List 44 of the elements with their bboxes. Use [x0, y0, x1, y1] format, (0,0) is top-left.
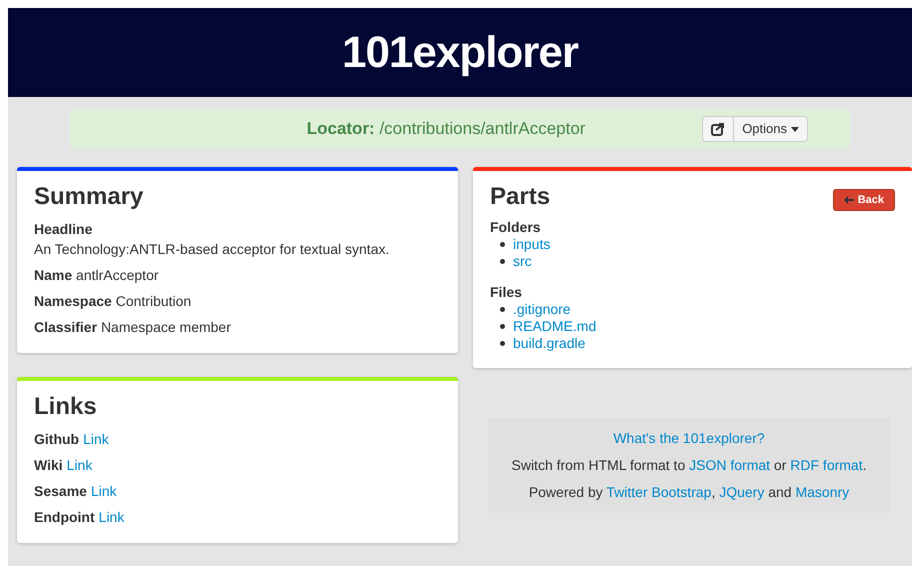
- arrow-left-icon: [844, 196, 854, 204]
- file-link[interactable]: src: [513, 253, 532, 270]
- field-text: Name antlrAcceptor: [34, 266, 160, 285]
- caret-icon: [791, 126, 799, 132]
- locator-text: Locator: /contributions/antlrAcceptor: [306, 118, 586, 140]
- link-label: Sesame: [34, 482, 87, 501]
- footer-text: Switch from HTML format to JSON format or RDF format.: [512, 456, 866, 475]
- field-value: An Technology:ANTLR-based acceptor for textual syntax.: [34, 240, 390, 259]
- field-label: Headline: [34, 220, 94, 239]
- bullet-icon: [500, 324, 505, 329]
- group-title: Folders: [490, 219, 542, 236]
- share-button[interactable]: [702, 116, 734, 142]
- file-link[interactable]: inputs: [513, 236, 550, 253]
- footer-link[interactable]: Twitter Bootstrap: [606, 484, 712, 500]
- share-icon: [711, 122, 726, 136]
- footer-link[interactable]: JQuery: [719, 484, 764, 500]
- link-label: Endpoint: [34, 508, 95, 527]
- options-button[interactable]: Options: [734, 116, 808, 142]
- card-title: Parts: [490, 182, 550, 212]
- card-title: Links: [34, 392, 97, 422]
- footer-text: Powered by Twitter Bootstrap, JQuery and Masonry: [528, 483, 850, 502]
- file-link[interactable]: .gitignore: [513, 301, 571, 318]
- field-text: Namespace Contribution: [34, 292, 192, 311]
- footer-link[interactable]: RDF format: [790, 457, 863, 473]
- file-link[interactable]: build.gradle: [513, 335, 586, 352]
- bullet-icon: [500, 242, 505, 247]
- footer-link[interactable]: JSON format: [689, 457, 770, 473]
- back-button[interactable]: Back: [832, 189, 895, 211]
- file-link[interactable]: README.md: [513, 318, 596, 335]
- site-title: 101explorer: [342, 26, 578, 78]
- bullet-icon: [500, 259, 505, 264]
- group-title: Files: [490, 284, 523, 301]
- footer-link[interactable]: Masonry: [795, 484, 850, 500]
- link[interactable]: Link: [66, 455, 92, 475]
- link-label: Wiki: [34, 456, 63, 475]
- link-label: Github: [34, 430, 80, 449]
- link[interactable]: Link: [98, 507, 124, 527]
- field-text: Classifier Namespace member: [34, 318, 232, 337]
- link[interactable]: Link: [83, 429, 109, 449]
- link[interactable]: Link: [90, 481, 117, 501]
- footer-link[interactable]: What's the 101explorer?: [613, 430, 765, 446]
- bullet-icon: [500, 307, 505, 312]
- card-title: Summary: [34, 182, 144, 212]
- bullet-icon: [500, 341, 505, 346]
